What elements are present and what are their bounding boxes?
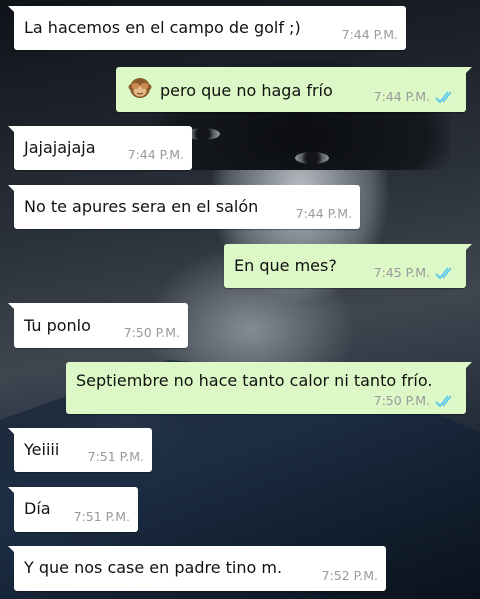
read-ticks-icon: [435, 267, 452, 280]
message-outgoing[interactable]: pero que no haga frío 7:44 P.M.: [116, 67, 472, 112]
message-incoming[interactable]: Tu ponlo 7:50 P.M.: [8, 303, 188, 348]
message-text: Y que nos case en padre tino m.: [24, 558, 283, 577]
message-meta: 7:51 P.M.: [88, 447, 144, 467]
read-ticks-icon: [435, 91, 452, 104]
message-incoming[interactable]: Jajajajaja 7:44 P.M.: [8, 126, 192, 170]
message-meta: 7:44 P.M.: [342, 25, 398, 45]
message-meta: 7:51 P.M.: [74, 507, 130, 527]
message-meta: 7:50 P.M.: [124, 323, 180, 343]
message-time: 7:50 P.M.: [373, 393, 430, 408]
message-text: Tu ponlo: [24, 316, 91, 335]
see-no-evil-monkey-icon: [128, 78, 152, 98]
message-time: 7:44 P.M.: [295, 206, 352, 221]
read-ticks-icon: [435, 395, 452, 408]
message-time: 7:44 P.M.: [373, 89, 430, 104]
message-time: 7:52 P.M.: [321, 568, 378, 583]
message-text: pero que no haga frío: [160, 81, 333, 100]
message-meta: 7:44 P.M.: [128, 145, 184, 165]
message-incoming[interactable]: Y que nos case en padre tino m. 7:52 P.M…: [8, 546, 386, 591]
message-time: 7:45 P.M.: [373, 265, 430, 280]
message-incoming[interactable]: La hacemos en el campo de golf ;) 7:44 P…: [8, 6, 406, 50]
chat-conversation: La hacemos en el campo de golf ;) 7:44 P…: [0, 0, 480, 599]
message-meta: 7:45 P.M.: [374, 263, 458, 283]
message-text: La hacemos en el campo de golf ;): [24, 18, 301, 37]
message-time: 7:51 P.M.: [73, 509, 130, 524]
message-meta: 7:50 P.M.: [374, 391, 458, 411]
message-meta: 7:44 P.M.: [296, 204, 352, 224]
message-text: Yeiiii: [24, 440, 60, 459]
message-incoming[interactable]: No te apures sera en el salón 7:44 P.M.: [8, 185, 360, 229]
message-text: Día: [24, 499, 51, 518]
message-time: 7:50 P.M.: [123, 325, 180, 340]
message-outgoing[interactable]: Septiembre no hace tanto calor ni tanto …: [66, 362, 472, 414]
message-incoming[interactable]: Día 7:51 P.M.: [8, 487, 138, 532]
message-text: Septiembre no hace tanto calor ni tanto …: [76, 371, 433, 390]
message-text: En que mes?: [234, 256, 337, 275]
message-time: 7:44 P.M.: [127, 147, 184, 162]
message-text: Jajajajaja: [24, 138, 96, 157]
message-meta: 7:52 P.M.: [322, 566, 378, 586]
message-incoming[interactable]: Yeiiii 7:51 P.M.: [8, 428, 152, 472]
message-time: 7:51 P.M.: [87, 449, 144, 464]
message-outgoing[interactable]: En que mes? 7:45 P.M.: [224, 244, 472, 288]
message-time: 7:44 P.M.: [341, 27, 398, 42]
message-text: No te apures sera en el salón: [24, 197, 259, 216]
message-meta: 7:44 P.M.: [374, 87, 458, 107]
